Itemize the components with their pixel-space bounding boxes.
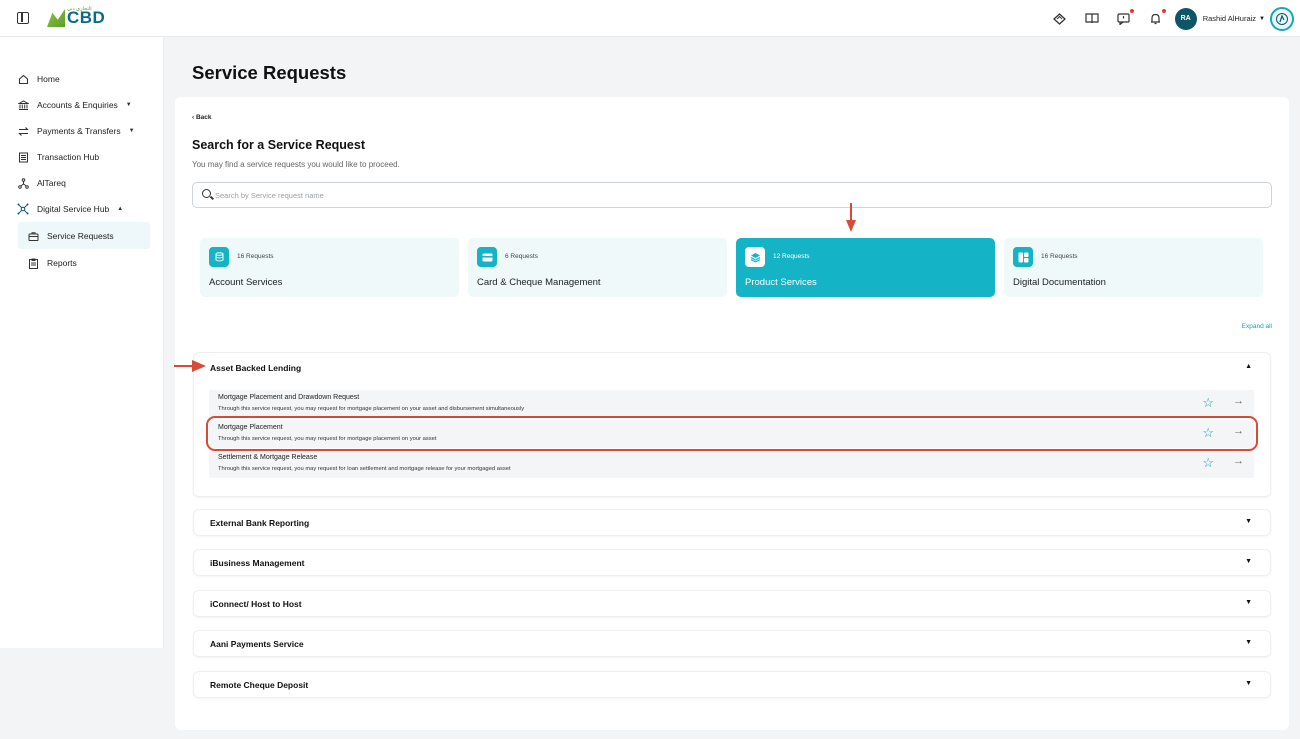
section-title[interactable]: Asset Backed Lending [210,363,301,373]
sidebar-item-label: Payments & Transfers [37,126,121,136]
sidebar-item-label: Reports [47,258,77,268]
sidebar-item-transaction-hub[interactable]: Transaction Hub [17,148,99,166]
category-tile-card-cheque[interactable]: 6 Requests Card & Cheque Management [468,238,727,297]
request-count: 16 Requests [1041,253,1078,260]
chevron-down-icon: ▼ [128,128,135,134]
avatar[interactable]: RA [1174,7,1197,30]
request-title: Mortgage Placement and Drawdown Request [218,394,360,401]
sidebar-item-home[interactable]: Home [17,70,60,88]
request-count: 12 Requests [773,253,810,260]
request-description: Through this service request, you may re… [218,406,525,412]
logo-subtext: التجاري دبي [67,6,92,12]
diamond-icon[interactable] [1053,12,1067,26]
list-icon [17,151,29,163]
category-tile-account-services[interactable]: 16 Requests Account Services [200,238,459,297]
chevron-down-icon: ▼ [125,102,132,108]
sidebar-item-service-requests[interactable]: Service Requests [27,227,114,245]
message-icon[interactable] [1117,8,1134,26]
category-name: Digital Documentation [1013,277,1106,288]
chevron-down-icon[interactable]: ▼ [1259,16,1265,22]
chevron-down-icon: ▼ [1245,558,1252,565]
sidebar-item-label: Digital Service Hub [37,204,110,214]
top-bar: CBD التجاري دبي RA Rashid AlHuraiz ▼ [0,0,1300,37]
section-title: iBusiness Management [210,558,305,568]
request-title: Settlement & Mortgage Release [218,454,318,461]
sidebar-item-digital-service-hub[interactable]: Digital Service Hub ▲ [17,200,123,218]
sidebar-item-label: Accounts & Enquiries [37,100,118,110]
panel-toggle-icon[interactable] [17,12,29,24]
report-icon [27,257,39,269]
sidebar-item-label: Service Requests [47,231,114,241]
star-icon[interactable]: ☆ [1202,396,1214,409]
chevron-down-icon: ▼ [1245,599,1252,606]
chevron-down-icon: ▼ [1245,518,1252,525]
back-link[interactable]: ‹ Back [192,114,212,121]
chevron-up-icon: ▲ [117,206,124,212]
category-tile-product-services[interactable]: 12 Requests Product Services [736,238,995,297]
chevron-down-icon: ▼ [1245,639,1252,646]
request-count: 6 Requests [505,253,538,260]
sidebar-item-payments[interactable]: Payments & Transfers ▼ [17,122,135,140]
notification-dot [1129,8,1134,13]
annotation-arrow-right-icon [174,360,206,372]
card-icon [477,247,497,267]
network-icon [17,177,29,189]
bank-logo[interactable]: CBD التجاري دبي [47,6,105,28]
user-name[interactable]: Rashid AlHuraiz [1203,14,1256,23]
search-box [192,182,1272,208]
chevron-down-icon: ▼ [1245,680,1252,687]
sidebar-item-altareq[interactable]: AlTareq [17,174,66,192]
section-ibusiness-management[interactable]: iBusiness Management ▼ [193,549,1271,576]
search-icon [202,189,211,198]
sidebar-item-accounts[interactable]: Accounts & Enquiries ▼ [17,96,132,114]
category-name: Account Services [209,277,283,288]
search-heading: Search for a Service Request [192,138,365,152]
sidebar-item-label: AlTareq [37,178,66,188]
logo-mark-icon [47,9,65,27]
sidebar-item-label: Transaction Hub [37,152,100,162]
request-description: Through this service request, you may re… [218,466,511,472]
home-icon [17,73,29,85]
arrow-right-icon[interactable]: → [1233,396,1244,407]
chevron-up-icon[interactable]: ▲ [1245,363,1252,370]
request-count: 16 Requests [237,253,274,260]
annotation-highlight-box [206,416,1258,451]
company-logo-icon[interactable] [1270,6,1294,31]
section-aani-payments[interactable]: Aani Payments Service ▼ [193,630,1271,657]
sidebar-item-label: Home [37,74,60,84]
arrow-right-icon[interactable]: → [1233,456,1244,467]
sidebar-item-reports[interactable]: Reports [27,254,77,272]
bell-icon[interactable] [1149,8,1166,26]
category-name: Product Services [745,277,817,288]
document-icon [1013,247,1033,267]
notification-dot [1161,8,1166,13]
list-item[interactable]: Settlement & Mortgage Release Through th… [209,450,1254,478]
section-title: Remote Cheque Deposit [210,680,309,690]
section-title: External Bank Reporting [210,518,310,528]
section-title: Aani Payments Service [210,639,304,649]
section-title: iConnect/ Host to Host [210,599,302,609]
page-title: Service Requests [192,62,347,83]
expand-all-link[interactable]: Expand all [1242,323,1272,330]
annotation-arrow-down-icon [846,203,856,232]
category-tile-digital-documentation[interactable]: 16 Requests Digital Documentation [1004,238,1263,297]
search-input[interactable] [215,187,1255,203]
section-iconnect-host[interactable]: iConnect/ Host to Host ▼ [193,590,1271,617]
search-subtitle: You may find a service requests you woul… [192,160,400,169]
book-icon[interactable] [1085,12,1099,26]
database-icon [209,247,229,267]
hub-icon [17,203,29,215]
top-actions: RA Rashid AlHuraiz ▼ [1053,0,1300,37]
star-icon[interactable]: ☆ [1202,456,1214,469]
briefcase-icon [27,230,39,242]
section-remote-cheque-deposit[interactable]: Remote Cheque Deposit ▼ [193,671,1271,698]
section-external-bank-reporting[interactable]: External Bank Reporting ▼ [193,509,1271,536]
transfer-icon [17,125,29,137]
bank-icon [17,99,29,111]
category-name: Card & Cheque Management [477,277,601,288]
list-item[interactable]: Mortgage Placement and Drawdown Request … [209,390,1254,418]
layers-icon [745,247,765,267]
